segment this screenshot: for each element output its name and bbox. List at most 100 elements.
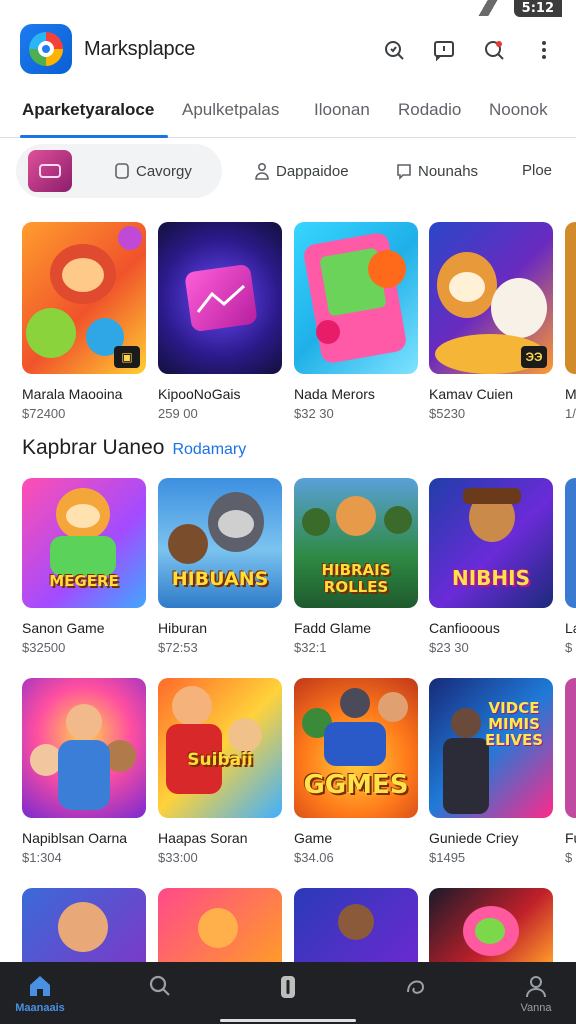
app-price: $32 30 — [294, 406, 334, 421]
art-text: HIBRAIS ROLLES — [321, 561, 391, 596]
app-thumbnail — [22, 678, 146, 818]
app-title: Nada Merors — [294, 386, 375, 402]
tab-2[interactable]: Iloonan — [314, 100, 370, 120]
app-title: Kamav Cuien — [429, 386, 514, 402]
app-card[interactable]: Fu $ — [565, 678, 576, 865]
chip-label: Nounahs — [418, 162, 479, 180]
tab-4[interactable]: Noonok — [489, 100, 548, 120]
app-card[interactable]: ЭЭ Kamav Cuien $5230 — [429, 222, 553, 421]
app-card[interactable]: GGMES Game $34.06 — [294, 678, 418, 865]
app-card[interactable]: MEGERE Sanon Game $32500 — [22, 478, 146, 655]
more-vert-icon[interactable] — [530, 36, 558, 64]
home-indicator — [220, 1019, 356, 1022]
gamepad-icon — [28, 150, 72, 192]
app-thumbnail — [565, 678, 576, 818]
top-app-bar: Marksplapce — [0, 20, 576, 82]
app-title: La — [565, 620, 576, 636]
app-logo-icon — [20, 24, 72, 74]
nav-home[interactable]: Maanaais — [0, 972, 80, 1014]
search-icon — [149, 975, 170, 996]
app-thumbnail: GGMES — [294, 678, 418, 818]
chip-3[interactable]: Ploe — [522, 162, 552, 179]
app-thumbnail — [158, 222, 282, 374]
home-icon — [30, 976, 50, 996]
tag-icon — [114, 162, 130, 180]
app-card[interactable]: Napiblsan Oarna $1:304 — [22, 678, 146, 865]
section-link[interactable]: Rodamary — [172, 441, 246, 459]
app-thumbnail: MEGERE — [22, 478, 146, 608]
app-card[interactable] — [158, 888, 282, 962]
app-thumbnail — [565, 222, 576, 374]
tab-0[interactable]: Aparketyaraloce — [22, 100, 154, 120]
chat-icon — [407, 980, 424, 994]
art-text: Suibaii — [187, 750, 253, 770]
section-header: Kapbrar Uaneo Rodamary — [22, 436, 246, 460]
app-card[interactable]: La $ — [565, 478, 576, 655]
filter-chips: Cavorgy Dappaidoe Nounahs Ploe — [0, 144, 576, 200]
feedback-icon[interactable] — [430, 36, 458, 64]
tab-bar: Aparketyaraloce Apulketpalas Iloonan Rod… — [0, 88, 576, 138]
app-title: Hiburan — [158, 620, 208, 636]
chat-icon — [396, 162, 412, 180]
app-thumbnail: NIBHIS — [429, 478, 553, 608]
tab-1[interactable]: Apulketpalas — [182, 100, 279, 120]
app-price: $34.06 — [294, 850, 334, 865]
app-card[interactable]: VIDCE MIMIS ELIVES Guniede Criey $1495 — [429, 678, 553, 865]
art-text: MEGERE — [49, 572, 119, 590]
app-price: $32:1 — [294, 640, 327, 655]
app-title: Game — [294, 830, 333, 846]
app-thumbnail: HIBRAIS ROLLES — [294, 478, 418, 608]
nav-account[interactable]: Vanna — [496, 972, 576, 1014]
art-text: NIBHIS — [451, 566, 530, 590]
app-price: $72:53 — [158, 640, 198, 655]
bottom-nav: Maanaais Vanna — [0, 962, 576, 1024]
app-price: $1:304 — [22, 850, 62, 865]
app-thumbnail: ЭЭ — [429, 222, 553, 374]
app-card[interactable]: HIBUANS Hiburan $72:53 — [158, 478, 282, 655]
tab-3[interactable]: Rodadio — [398, 100, 461, 120]
nav-label: Vanna — [520, 1002, 552, 1014]
chip-1[interactable]: Dappaidoe — [254, 162, 349, 180]
app-title: Sanon Game — [22, 620, 105, 636]
search-refresh-icon[interactable] — [380, 36, 408, 64]
app-card[interactable]: KipooNoGais 259 00 — [158, 222, 282, 421]
signal-icon — [468, 0, 508, 16]
chip-label: Cavorgy — [136, 162, 192, 180]
art-text: HIBUANS — [171, 568, 269, 590]
app-thumbnail — [294, 888, 418, 962]
app-thumbnail — [22, 888, 146, 962]
app-title: Marala Maooina — [22, 386, 123, 402]
app-card[interactable]: HIBRAIS ROLLES Fadd Glame $32:1 — [294, 478, 418, 655]
status-time: 5:12 — [513, 0, 562, 17]
section-title: Kapbrar Uaneo — [22, 436, 165, 459]
app-thumbnail — [565, 478, 576, 608]
badge-icon: ЭЭ — [521, 346, 547, 368]
apps-icon — [281, 976, 295, 998]
chip-2[interactable]: Nounahs — [396, 162, 478, 180]
app-card[interactable]: Nada Merors $32 30 — [294, 222, 418, 421]
app-price: $23 30 — [429, 640, 469, 655]
app-price: $1495 — [429, 850, 466, 865]
app-card[interactable] — [429, 888, 553, 962]
app-card[interactable] — [22, 888, 146, 962]
nav-search[interactable] — [120, 972, 200, 1002]
app-thumbnail — [158, 888, 282, 962]
nav-apps[interactable] — [248, 972, 328, 1002]
app-price: 259 00 — [158, 406, 198, 421]
app-title: KipooNoGais — [158, 386, 241, 402]
nav-chat[interactable] — [376, 972, 456, 1002]
app-price: $5230 — [429, 406, 466, 421]
app-card[interactable]: ▣ Marala Maooina $72400 — [22, 222, 146, 421]
app-title: Napiblsan Oarna — [22, 830, 128, 846]
status-bar: 5:12 — [0, 0, 576, 20]
app-card[interactable]: Suibaii Haapas Soran $33:00 — [158, 678, 282, 865]
chip-0[interactable]: Cavorgy — [114, 162, 192, 180]
app-card[interactable]: M 1/ — [565, 222, 576, 421]
art-text: GGMES — [303, 770, 409, 800]
app-price: $ — [565, 850, 573, 865]
person-icon — [254, 162, 270, 180]
app-card[interactable] — [294, 888, 418, 962]
app-card[interactable]: NIBHIS Canfiooous $23 30 — [429, 478, 553, 655]
notifications-search-icon[interactable] — [480, 36, 508, 64]
app-thumbnail: Suibaii — [158, 678, 282, 818]
